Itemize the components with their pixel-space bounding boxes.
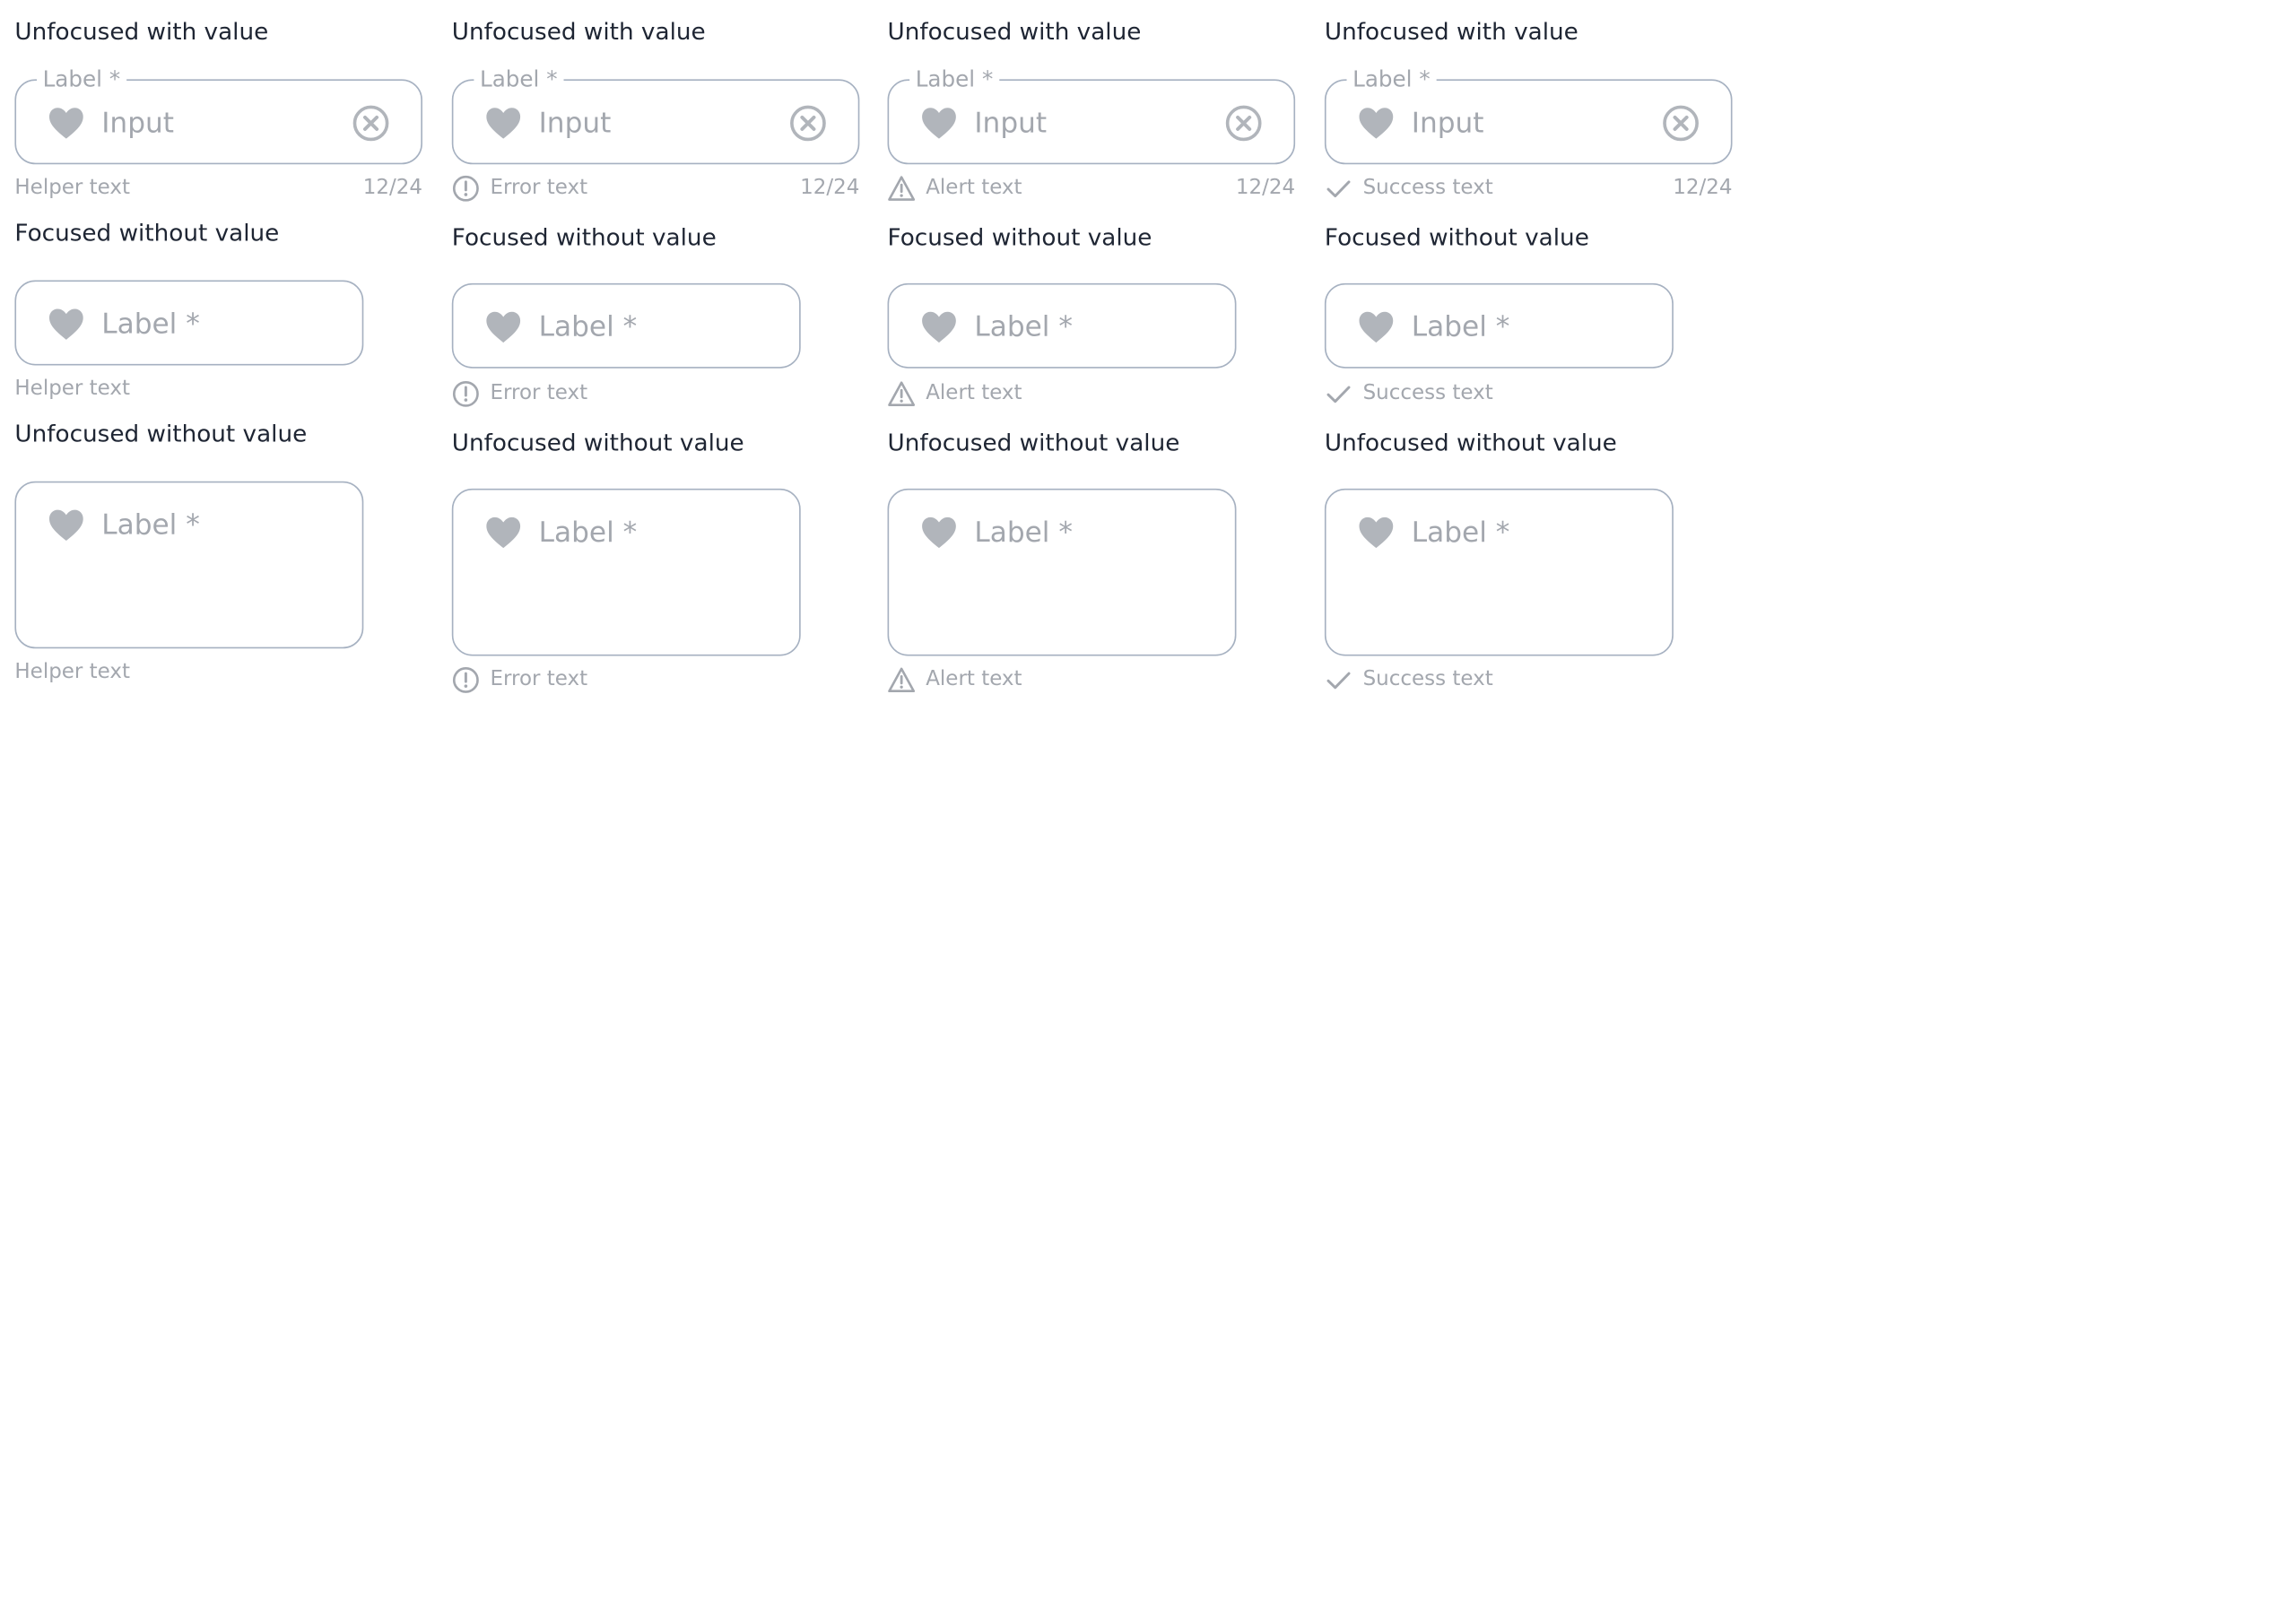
state-title: Unfocused without value [1324,428,1617,456]
check-icon [1325,175,1352,203]
text-field-with-value[interactable]: Label * Input [887,65,1296,165]
field-placeholder: Label * [974,310,1073,343]
heart-icon [48,508,86,542]
alert-triangle-icon [888,175,916,203]
input-value: Input [1411,107,1484,140]
clear-icon[interactable] [352,104,390,143]
text-field-focused-empty[interactable]: Label * [887,282,1237,369]
input-value: Input [101,107,174,140]
helper-row: Helper text [14,374,363,404]
helper-row: Helper text [14,657,363,687]
text-area-empty[interactable]: Label * [887,488,1237,656]
success-text: Success text [1362,667,1493,691]
text-field-gallery: Unfocused with value Label * Input Helpe… [0,0,2296,1614]
text-field-with-value[interactable]: Label * Input [14,65,422,165]
alert-triangle-icon [888,666,916,694]
field-placeholder: Label * [538,516,638,550]
text-field-with-value[interactable]: Label * Input [1324,65,1733,165]
success-text: Success text [1362,176,1493,200]
floating-label: Label * [474,65,564,94]
helper-row: Error text [452,378,801,408]
heart-icon [484,106,523,141]
state-title: Unfocused with value [451,17,706,46]
character-counter: 12/24 [362,176,422,200]
helper-row: Alert text [888,378,1237,408]
text-area-empty[interactable]: Label * [14,481,364,649]
text-area-empty[interactable]: Label * [451,488,801,656]
field-placeholder: Label * [101,508,200,542]
heart-icon [1357,515,1396,550]
text-field-focused-empty[interactable]: Label * [451,282,801,369]
heart-icon [920,309,959,344]
floating-label: Label * [37,65,126,94]
input-value: Input [538,107,612,140]
alert-text: Alert text [926,176,1022,200]
state-title: Focused without value [451,222,717,251]
heart-icon [48,307,86,342]
state-title: Focused without value [1324,222,1589,251]
helper-row: Helper text 12/24 [14,173,422,203]
helper-row: Alert text [888,664,1237,694]
helper-row: Error text [452,664,801,694]
helper-row: Success text [1325,378,1674,408]
state-title: Unfocused without value [451,428,744,456]
state-title: Unfocused without value [887,428,1180,456]
text-field-focused-empty[interactable]: Label * [14,280,364,366]
character-counter: 12/24 [800,176,860,200]
helper-row: Alert text 12/24 [888,173,1296,203]
state-title: Unfocused without value [14,420,308,448]
helper-row: Error text 12/24 [452,173,860,203]
alert-triangle-icon [888,380,916,408]
heart-icon [1357,106,1396,141]
clear-icon[interactable] [1662,104,1700,143]
state-title: Unfocused with value [14,17,269,46]
check-icon [1325,380,1352,408]
state-title: Unfocused with value [887,17,1142,46]
error-circle-icon [452,175,480,203]
state-title: Unfocused with value [1324,17,1578,46]
alert-text: Alert text [926,667,1022,691]
helper-row: Success text 12/24 [1325,173,1733,203]
alert-text: Alert text [926,381,1022,405]
text-field-with-value[interactable]: Label * Input [451,65,860,165]
error-text: Error text [490,381,588,405]
helper-text: Helper text [14,176,131,200]
text-field-focused-empty[interactable]: Label * [1324,282,1674,369]
field-placeholder: Label * [101,308,200,341]
state-title: Focused without value [887,222,1152,251]
helper-text: Helper text [14,660,131,684]
input-value: Input [974,107,1048,140]
heart-icon [484,309,523,344]
heart-icon [484,515,523,550]
helper-text: Helper text [14,377,131,401]
heart-icon [920,106,959,141]
error-circle-icon [452,380,480,408]
clear-icon[interactable] [789,104,828,143]
heart-icon [1357,309,1396,344]
state-title: Focused without value [14,218,280,247]
character-counter: 12/24 [1235,176,1296,200]
floating-label: Label * [909,65,999,94]
field-placeholder: Label * [1411,516,1510,550]
floating-label: Label * [1346,65,1437,94]
field-placeholder: Label * [538,310,638,343]
error-circle-icon [452,666,480,694]
check-icon [1325,666,1352,694]
helper-row: Success text [1325,664,1674,694]
field-placeholder: Label * [974,516,1073,550]
heart-icon [48,106,86,141]
text-area-empty[interactable]: Label * [1324,488,1674,656]
error-text: Error text [490,667,588,691]
success-text: Success text [1362,381,1493,405]
error-text: Error text [490,176,588,200]
clear-icon[interactable] [1224,104,1263,143]
character-counter: 12/24 [1673,176,1733,200]
heart-icon [920,515,959,550]
field-placeholder: Label * [1411,310,1510,343]
